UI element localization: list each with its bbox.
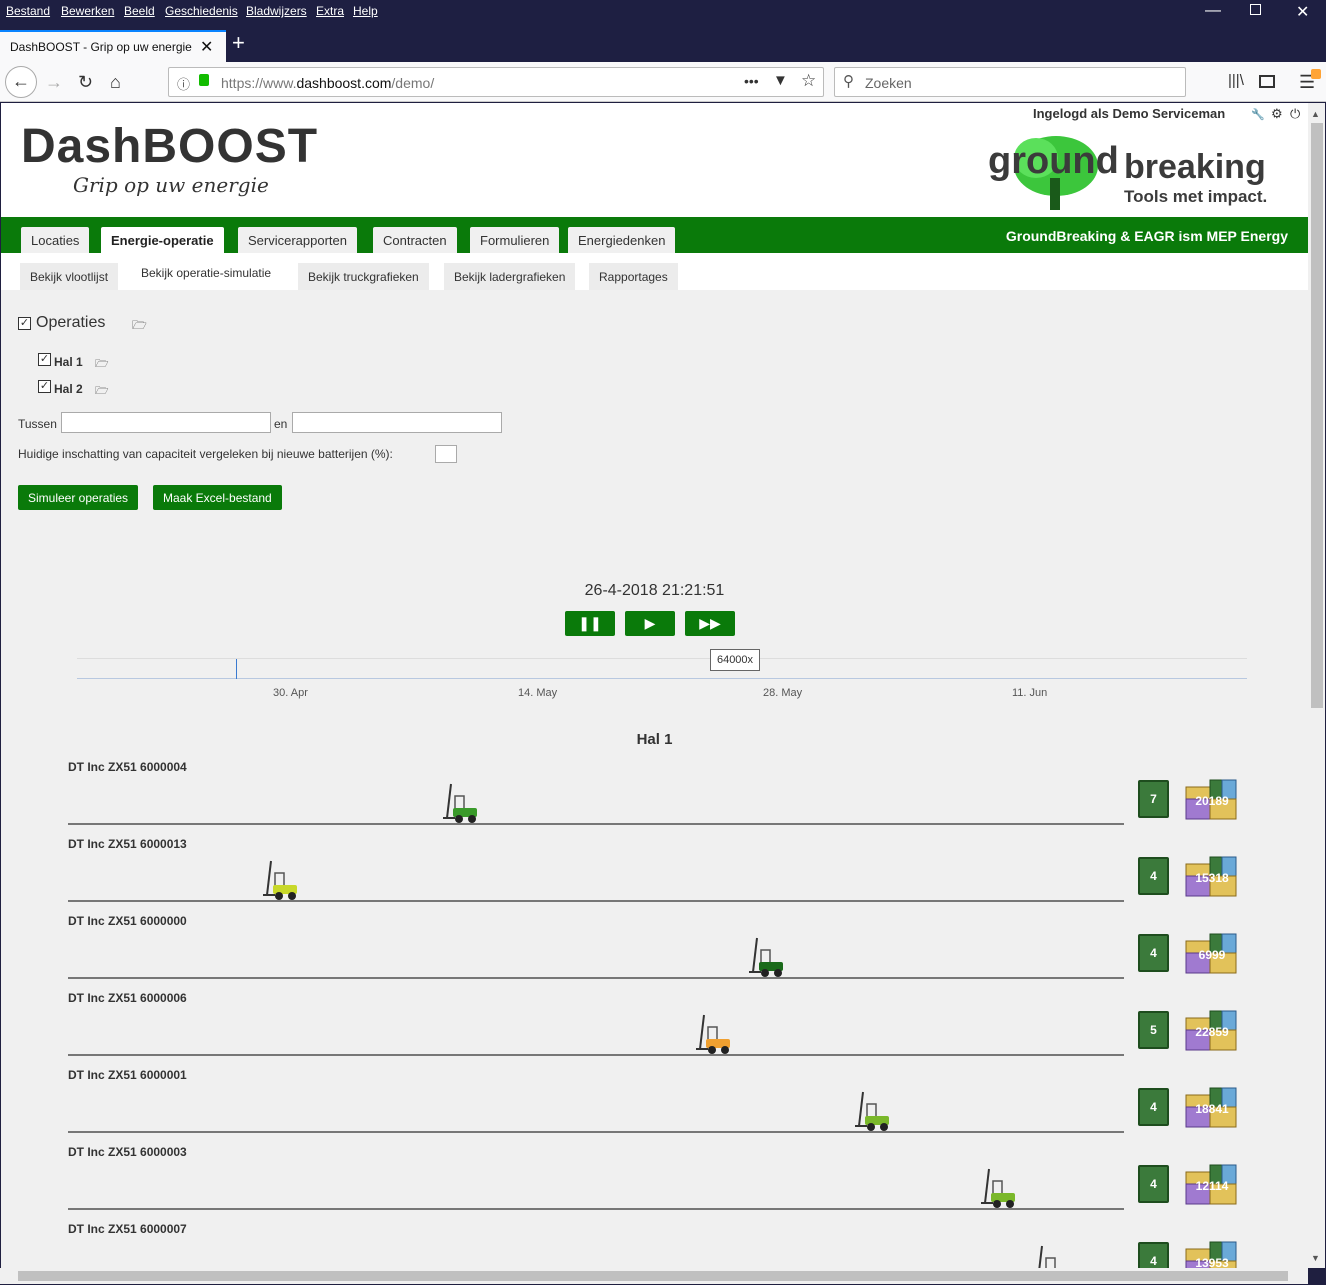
- forklift-icon: [263, 860, 298, 900]
- truck-name: DT Inc ZX51 6000003: [68, 1145, 187, 1159]
- search-bar[interactable]: ⚲ Zoeken: [834, 67, 1186, 97]
- url-text: https://www.dashboost.com/demo/: [221, 75, 434, 91]
- tab-title: DashBOOST - Grip op uw energie: [10, 40, 192, 54]
- vertical-scrollbar[interactable]: ▲ ▼: [1308, 103, 1325, 1268]
- battery-count: 4: [1138, 1088, 1169, 1126]
- scroll-down-icon[interactable]: ▼: [1311, 1253, 1320, 1263]
- menu-help[interactable]: Help: [353, 4, 378, 18]
- nav-bar: ← → ↻ ⌂ ⓘ https://www.dashboost.com/demo…: [0, 62, 1326, 102]
- update-badge: [1311, 69, 1321, 79]
- truck-track: [68, 1131, 1124, 1133]
- battery-count: 5: [1138, 1011, 1169, 1049]
- url-prefix: https://www.: [221, 75, 297, 91]
- truck-track: [68, 1054, 1124, 1056]
- maximize-icon[interactable]: [1250, 4, 1261, 15]
- truck-track: [68, 900, 1124, 902]
- truck-name: DT Inc ZX51 6000006: [68, 991, 187, 1005]
- search-placeholder: Zoeken: [865, 75, 912, 91]
- kwh-value: 12114: [1195, 1179, 1229, 1193]
- forward-icon[interactable]: →: [45, 72, 63, 93]
- page: DashBOOST Grip op uw energie Ingelogd al…: [1, 103, 1308, 1268]
- forklift-icon: [1038, 1245, 1056, 1268]
- menu-bar: Bestand Bewerken Beeld Geschiedenis Blad…: [0, 0, 1326, 24]
- truck-name: DT Inc ZX51 6000013: [68, 837, 187, 851]
- truck-list: DT Inc ZX51 6000004 7 20189 DT Inc ZX51 600…: [1, 103, 1308, 1268]
- kwh-value: 15318: [1195, 871, 1229, 885]
- truck-name: DT Inc ZX51 6000004: [68, 760, 187, 774]
- forklift-icon: [748, 937, 783, 977]
- kwh-value: 18841: [1195, 1102, 1229, 1116]
- scroll-up-icon[interactable]: ▲: [1311, 109, 1320, 119]
- url-bar[interactable]: ⓘ https://www.dashboost.com/demo/ ••• ▼ …: [168, 67, 824, 97]
- truck-name: DT Inc ZX51 6000001: [68, 1068, 187, 1082]
- menu-geschiedenis[interactable]: Geschiedenis: [165, 4, 238, 18]
- truck-track: [68, 977, 1124, 979]
- truck-name: DT Inc ZX51 6000007: [68, 1222, 187, 1236]
- url-path: /demo/: [391, 75, 435, 91]
- forklift-icon: [442, 783, 477, 823]
- battery-count: 4: [1138, 934, 1169, 972]
- menu-bewerken[interactable]: Bewerken: [61, 4, 114, 18]
- forklift-icon: [981, 1168, 1016, 1208]
- menu-extra[interactable]: Extra: [316, 4, 344, 18]
- truck-track: [68, 823, 1124, 825]
- new-tab-icon[interactable]: +: [232, 30, 245, 56]
- back-icon[interactable]: ←: [5, 66, 37, 98]
- menu-bladwijzers[interactable]: Bladwijzers: [246, 4, 307, 18]
- home-icon[interactable]: ⌂: [110, 72, 121, 93]
- reload-icon[interactable]: ↻: [78, 72, 93, 93]
- kwh-value: 20189: [1195, 794, 1229, 808]
- forklift-icon: [696, 1014, 731, 1054]
- menu-bestand[interactable]: Bestand: [6, 4, 50, 18]
- kwh-value: 22859: [1195, 1025, 1229, 1039]
- hscroll-thumb[interactable]: [18, 1271, 1288, 1281]
- browser-tab[interactable]: DashBOOST - Grip op uw energie ✕: [0, 30, 226, 62]
- url-domain: dashboost.com: [296, 75, 392, 91]
- scroll-thumb[interactable]: [1311, 123, 1323, 708]
- truck-track: [68, 1208, 1124, 1210]
- bookmark-star-icon[interactable]: ☆: [801, 71, 816, 91]
- battery-count: 4: [1138, 857, 1169, 895]
- truck-name: DT Inc ZX51 6000000: [68, 914, 187, 928]
- minimize-icon[interactable]: —: [1205, 2, 1221, 20]
- info-icon[interactable]: ⓘ: [177, 74, 190, 93]
- page-actions-icon[interactable]: •••: [744, 73, 759, 89]
- sidebar-icon[interactable]: [1259, 75, 1275, 88]
- battery-count: 7: [1138, 780, 1169, 818]
- search-icon: ⚲: [843, 73, 854, 90]
- menu-beeld[interactable]: Beeld: [124, 4, 155, 18]
- horizontal-scrollbar[interactable]: [0, 1268, 1308, 1284]
- tab-close-icon[interactable]: ✕: [200, 37, 213, 57]
- battery-count: 4: [1138, 1165, 1169, 1203]
- kwh-value: 13953: [1195, 1256, 1229, 1268]
- forklift-icon: [854, 1091, 889, 1131]
- pocket-icon[interactable]: ▼: [773, 72, 788, 89]
- library-icon[interactable]: |||\: [1228, 72, 1244, 89]
- kwh-value: 6999: [1198, 948, 1226, 962]
- battery-count: 4: [1138, 1242, 1169, 1268]
- lock-icon: [199, 74, 209, 86]
- close-window-icon[interactable]: ✕: [1296, 2, 1309, 22]
